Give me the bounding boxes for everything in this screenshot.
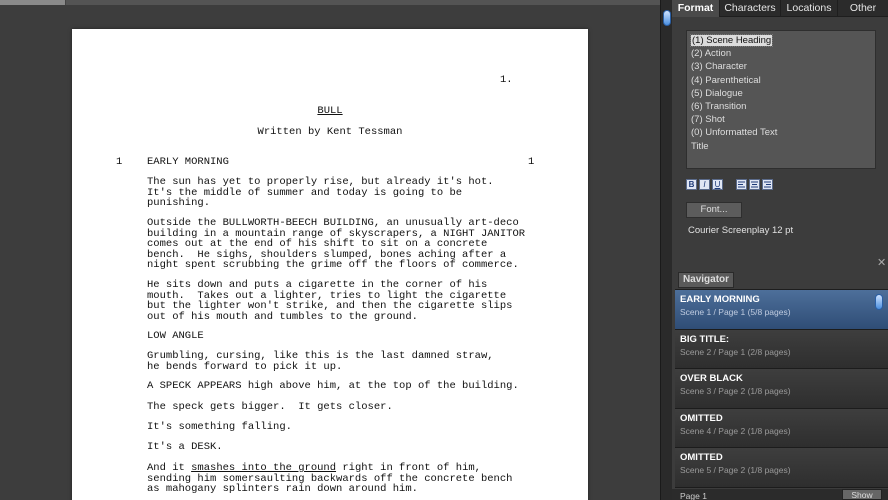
- font-description: Courier Screenplay 12 pt: [688, 225, 794, 236]
- show-button[interactable]: Show: [842, 489, 882, 500]
- action-line[interactable]: And it smashes into the ground right in …: [147, 463, 481, 474]
- document-scrollbar[interactable]: [660, 0, 672, 500]
- navigator-item-info: Scene 4 / Page 2 (1/8 pages): [680, 425, 791, 436]
- navigator-item-info: Scene 2 / Page 1 (2/8 pages): [680, 346, 791, 357]
- script-byline: Written by Kent Tessman: [257, 126, 403, 138]
- action-line[interactable]: punishing.: [147, 198, 210, 209]
- action-line[interactable]: Grumbling, cursing, like this is the las…: [147, 351, 494, 362]
- navigator-item[interactable]: EARLY MORNING Scene 1 / Page 1 (5/8 page…: [675, 290, 888, 330]
- align-left-icon[interactable]: [736, 179, 747, 190]
- navigator-item[interactable]: OMITTED Scene 5 / Page 2 (1/8 pages): [675, 448, 888, 488]
- page-number: 1.: [500, 74, 513, 86]
- navigator-item[interactable]: OMITTED Scene 4 / Page 2 (1/8 pages): [675, 408, 888, 448]
- tab-characters[interactable]: Characters: [720, 0, 781, 17]
- action-line[interactable]: as mahogany splinters rain down around h…: [147, 484, 418, 495]
- navigator-item-title: BIG TITLE:: [680, 333, 730, 345]
- action-line[interactable]: He sits down and puts a cigarette in the…: [147, 280, 487, 291]
- navigator-item[interactable]: OVER BLACK Scene 3 / Page 2 (1/8 pages): [675, 369, 888, 409]
- tab-other[interactable]: Other: [838, 0, 888, 17]
- style-toolbar: B I U: [686, 179, 773, 191]
- action-line[interactable]: The speck gets bigger. It gets closer.: [147, 402, 393, 413]
- action-line[interactable]: Outside the BULLWORTH-BEECH BUILDING, an…: [147, 218, 519, 229]
- format-item-parenthetical[interactable]: (4) Parenthetical: [690, 74, 872, 87]
- footer-page-label: Page 1: [680, 491, 707, 500]
- format-item-character[interactable]: (3) Character: [690, 60, 872, 73]
- navigator-item-title: EARLY MORNING: [680, 294, 760, 305]
- scene-heading[interactable]: EARLY MORNING: [147, 157, 229, 168]
- script-page[interactable]: 1. BULL Written by Kent Tessman 1 1 EARL…: [72, 29, 588, 500]
- document-area[interactable]: 1. BULL Written by Kent Tessman 1 1 EARL…: [0, 5, 660, 500]
- navigator-item-title: OVER BLACK: [680, 373, 743, 384]
- script-title: BULL: [317, 105, 343, 117]
- navigator-scroll-thumb[interactable]: [875, 294, 883, 310]
- shot-line[interactable]: LOW ANGLE: [147, 331, 204, 342]
- navigator-item-info: Scene 5 / Page 2 (1/8 pages): [680, 465, 791, 475]
- action-line[interactable]: It's a DESK.: [147, 442, 223, 453]
- navigator-item-info: Scene 3 / Page 2 (1/8 pages): [680, 386, 791, 396]
- navigator-item[interactable]: BIG TITLE: Scene 2 / Page 1 (2/8 pages): [675, 329, 888, 369]
- scroll-thumb[interactable]: [663, 10, 671, 26]
- navigator-list[interactable]: EARLY MORNING Scene 1 / Page 1 (5/8 page…: [675, 289, 888, 488]
- navigator-item-info: Scene 1 / Page 1 (5/8 pages): [680, 307, 791, 317]
- tab-locations[interactable]: Locations: [781, 0, 838, 17]
- action-line[interactable]: A SPECK APPEARS high above him, at the t…: [147, 381, 519, 392]
- side-panel: Format Characters Locations Other (1) Sc…: [672, 0, 888, 500]
- format-item-action[interactable]: (2) Action: [690, 47, 872, 60]
- format-item-label: (1) Scene Heading: [689, 34, 774, 47]
- tab-format[interactable]: Format: [672, 0, 720, 17]
- format-item-scene-heading[interactable]: (1) Scene Heading: [689, 34, 872, 47]
- align-center-icon[interactable]: [749, 179, 760, 190]
- format-item-title[interactable]: Title: [690, 140, 872, 153]
- font-button[interactable]: Font...: [686, 202, 742, 218]
- underline-button[interactable]: U: [712, 179, 723, 190]
- action-line[interactable]: comes out at the end of his shift to sit…: [147, 239, 487, 250]
- format-item-shot[interactable]: (7) Shot: [690, 113, 872, 126]
- action-line[interactable]: out of his mouth and tumbles to the grou…: [147, 311, 418, 323]
- scene-number-left: 1: [116, 156, 123, 168]
- action-line[interactable]: but the lighter won't strike, and then t…: [147, 301, 512, 312]
- action-line[interactable]: It's something falling.: [147, 422, 292, 433]
- navigator-item-title: OMITTED: [680, 452, 723, 463]
- navigator-footer: Page 1 Show: [672, 489, 888, 500]
- format-list[interactable]: (1) Scene Heading (2) Action (3) Charact…: [686, 30, 876, 169]
- navigator-item-title: OMITTED: [680, 412, 723, 424]
- scene-number-right: 1: [528, 156, 535, 168]
- format-item-dialogue[interactable]: (5) Dialogue: [690, 87, 872, 100]
- align-right-icon[interactable]: [762, 179, 773, 190]
- action-line[interactable]: The sun has yet to properly rise, but al…: [147, 177, 494, 188]
- close-icon[interactable]: ✕: [877, 258, 886, 269]
- action-line[interactable]: night spent scrubbing the grime off the …: [147, 260, 519, 271]
- format-item-transition[interactable]: (6) Transition: [690, 100, 872, 113]
- panel-tabs: Format Characters Locations Other: [672, 0, 888, 17]
- action-line[interactable]: he bends forward to pick it up.: [147, 361, 342, 373]
- italic-button[interactable]: I: [699, 179, 710, 190]
- bold-button[interactable]: B: [686, 179, 697, 190]
- format-item-unformatted[interactable]: (0) Unformatted Text: [690, 126, 872, 139]
- navigator-header: Navigator: [678, 272, 734, 288]
